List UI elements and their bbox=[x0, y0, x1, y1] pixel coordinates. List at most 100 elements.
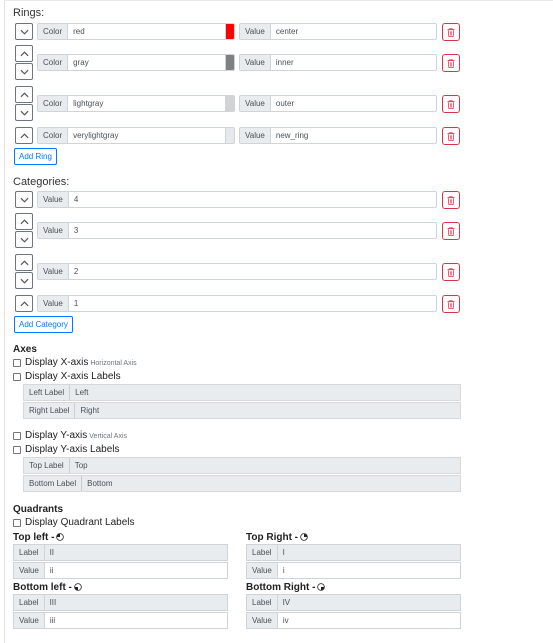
add-category-button[interactable]: Add Category bbox=[14, 316, 73, 333]
display-y-axis-checkbox[interactable] bbox=[13, 432, 21, 440]
move-up-button[interactable] bbox=[15, 254, 33, 271]
delete-category-button[interactable] bbox=[442, 263, 460, 281]
ring-value-input[interactable]: center bbox=[271, 24, 436, 39]
display-x-axis-text: Display X-axis bbox=[25, 357, 89, 368]
top-left-label-input[interactable]: II bbox=[44, 545, 227, 560]
ring-color-input[interactable]: red bbox=[68, 24, 225, 39]
right-label-input[interactable]: Right bbox=[75, 403, 460, 418]
move-down-button[interactable] bbox=[15, 23, 33, 40]
top-right-label-group: Label I bbox=[246, 544, 461, 561]
bottom-left-heading: Bottom left - bbox=[13, 582, 82, 593]
ring-color-group: Color verylightgray bbox=[37, 127, 235, 144]
move-up-button[interactable] bbox=[15, 86, 33, 103]
value-caption: Value bbox=[247, 563, 278, 578]
ring-value-input[interactable]: outer bbox=[271, 96, 436, 111]
left-label-group: Left Label Left bbox=[23, 384, 461, 401]
move-down-button[interactable] bbox=[15, 104, 33, 121]
rings-heading: Rings: bbox=[13, 7, 45, 19]
value-caption: Value bbox=[247, 613, 278, 628]
top-right-value-group: Value i bbox=[246, 562, 461, 579]
horizontal-axis-note: Horizontal Axis bbox=[90, 360, 137, 367]
bottom-left-value-input[interactable]: iii bbox=[44, 613, 227, 628]
delete-ring-button[interactable] bbox=[442, 95, 460, 113]
display-x-axis-labels-label: Display X-axis Labels bbox=[25, 371, 121, 382]
category-value-group: Value 4 bbox=[37, 191, 437, 208]
page-left-border bbox=[4, 0, 5, 643]
trash-icon bbox=[447, 27, 455, 37]
top-label-group: Top Label Top bbox=[23, 457, 461, 474]
display-y-axis-labels-label: Display Y-axis Labels bbox=[25, 444, 120, 455]
move-down-button[interactable] bbox=[15, 63, 33, 80]
move-down-button[interactable] bbox=[15, 231, 33, 248]
display-y-axis-label: Display Y-axis Vertical Axis bbox=[25, 430, 127, 441]
ring-value-group: Value new_ring bbox=[239, 127, 437, 144]
display-y-axis-labels-checkbox[interactable] bbox=[13, 446, 21, 454]
move-down-button[interactable] bbox=[15, 191, 33, 208]
color-swatch[interactable] bbox=[225, 128, 234, 143]
quadrants-heading: Quadrants bbox=[13, 504, 64, 515]
delete-ring-button[interactable] bbox=[442, 127, 460, 145]
category-value-group: Value 2 bbox=[37, 263, 437, 280]
vertical-axis-note: Vertical Axis bbox=[89, 433, 128, 440]
move-up-button[interactable] bbox=[15, 213, 33, 230]
move-up-button[interactable] bbox=[15, 295, 33, 312]
trash-icon bbox=[447, 299, 455, 309]
bottom-right-heading: Bottom Right - bbox=[246, 582, 326, 593]
left-label-caption: Left Label bbox=[24, 385, 71, 400]
delete-ring-button[interactable] bbox=[442, 54, 460, 72]
ring-color-group: Color gray bbox=[37, 54, 235, 71]
display-quadrant-labels-label: Display Quadrant Labels bbox=[25, 517, 135, 528]
ring-color-input[interactable]: verylightgray bbox=[68, 128, 225, 143]
color-swatch[interactable] bbox=[225, 96, 234, 111]
trash-icon bbox=[447, 195, 455, 205]
move-up-button[interactable] bbox=[15, 45, 33, 62]
ring-color-input[interactable]: gray bbox=[68, 55, 225, 70]
top-right-label-input[interactable]: I bbox=[277, 545, 460, 560]
bottom-right-value-group: Value iv bbox=[246, 612, 461, 629]
delete-category-button[interactable] bbox=[442, 191, 460, 209]
top-left-heading: Top left - bbox=[13, 532, 65, 543]
quadrant-top-right-icon bbox=[300, 533, 308, 542]
left-label-input[interactable]: Left bbox=[70, 385, 460, 400]
color-swatch[interactable] bbox=[225, 55, 234, 70]
bottom-right-label-input[interactable]: IV bbox=[277, 595, 460, 610]
value-addon: Value bbox=[240, 24, 271, 39]
top-label-input[interactable]: Top bbox=[69, 458, 460, 473]
value-addon: Value bbox=[38, 192, 69, 207]
right-label-caption: Right Label bbox=[24, 403, 76, 418]
top-left-label-group: Label II bbox=[13, 544, 228, 561]
category-value-input[interactable]: 3 bbox=[69, 223, 436, 238]
value-caption: Value bbox=[14, 563, 45, 578]
category-value-input[interactable]: 4 bbox=[69, 192, 436, 207]
delete-ring-button[interactable] bbox=[442, 23, 460, 41]
ring-value-input[interactable]: inner bbox=[271, 55, 436, 70]
value-addon: Value bbox=[38, 223, 69, 238]
category-value-input[interactable]: 2 bbox=[69, 264, 436, 279]
label-caption: Label bbox=[247, 545, 278, 560]
bottom-left-label-input[interactable]: III bbox=[44, 595, 227, 610]
category-value-input[interactable]: 1 bbox=[69, 296, 436, 311]
add-ring-button[interactable]: Add Ring bbox=[14, 148, 57, 165]
delete-category-button[interactable] bbox=[442, 295, 460, 313]
delete-category-button[interactable] bbox=[442, 222, 460, 240]
display-x-axis-labels-checkbox[interactable] bbox=[13, 373, 21, 381]
top-label-caption: Top Label bbox=[24, 458, 70, 473]
top-left-value-input[interactable]: ii bbox=[44, 563, 227, 578]
ring-color-group: Color lightgray bbox=[37, 95, 235, 112]
bottom-left-value-group: Value iii bbox=[13, 612, 228, 629]
top-right-value-input[interactable]: i bbox=[277, 563, 460, 578]
move-up-button[interactable] bbox=[15, 127, 33, 144]
value-addon: Value bbox=[240, 96, 271, 111]
move-down-button[interactable] bbox=[15, 272, 33, 289]
chevron-up-icon bbox=[19, 91, 29, 97]
display-x-axis-checkbox[interactable] bbox=[13, 359, 21, 367]
color-addon: Color bbox=[38, 128, 69, 143]
label-caption: Label bbox=[247, 595, 278, 610]
color-swatch[interactable] bbox=[225, 24, 234, 39]
bottom-right-value-input[interactable]: iv bbox=[277, 613, 460, 628]
bottom-label-input[interactable]: Bottom bbox=[82, 476, 460, 491]
display-quadrant-labels-checkbox[interactable] bbox=[13, 519, 21, 527]
ring-color-input[interactable]: lightgray bbox=[68, 96, 225, 111]
ring-value-input[interactable]: new_ring bbox=[271, 128, 436, 143]
chevron-up-icon bbox=[19, 300, 29, 306]
